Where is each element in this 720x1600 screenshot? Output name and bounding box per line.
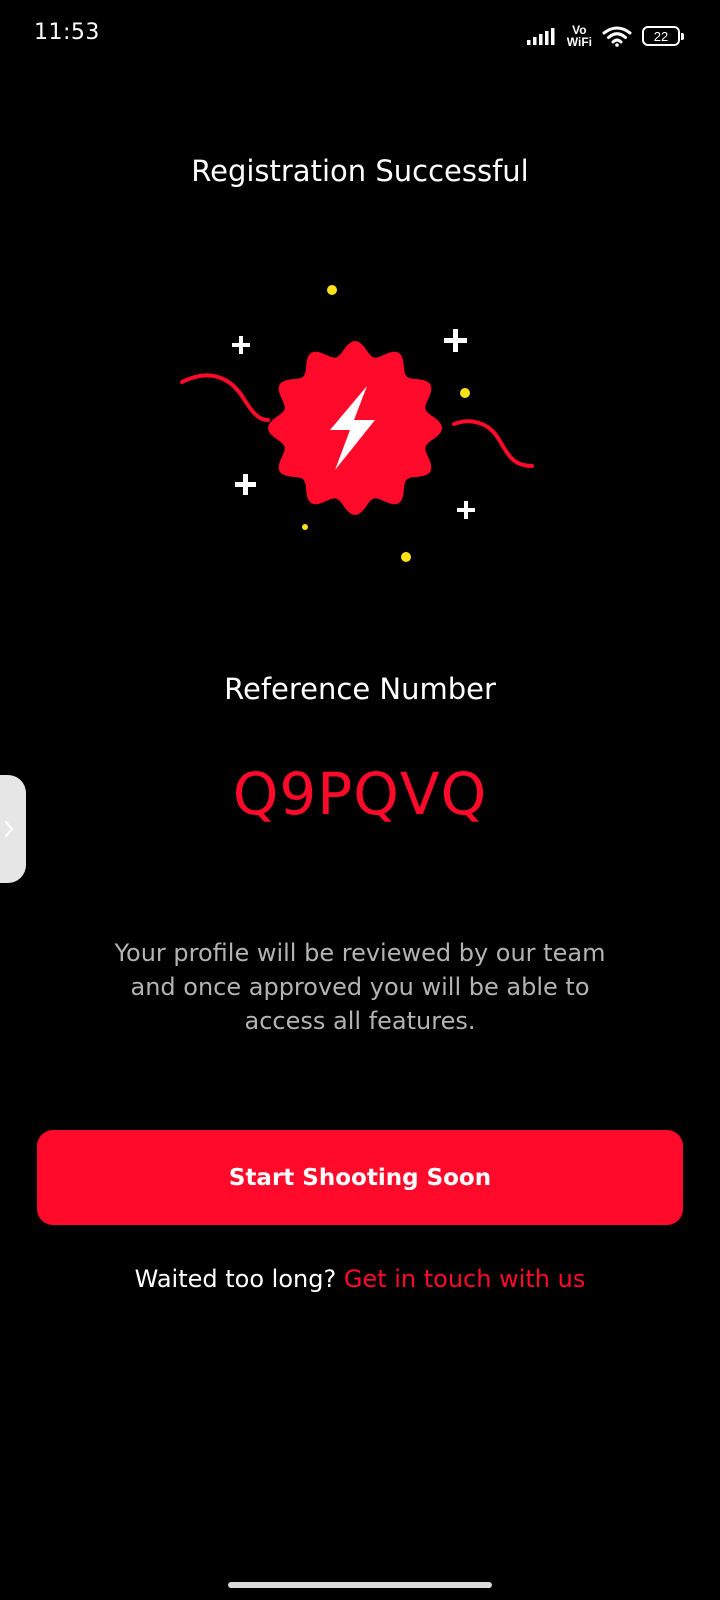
review-description: Your profile will be reviewed by our tea…	[114, 939, 606, 1035]
chevron-right-icon	[5, 821, 13, 837]
wifi-icon	[602, 26, 632, 47]
support-prompt-text: Waited too long?	[134, 1265, 344, 1293]
status-bar: 11:53 Vo WiFi 22	[0, 0, 720, 70]
start-shooting-button[interactable]: Start Shooting Soon	[37, 1130, 683, 1225]
battery-level: 22	[653, 28, 669, 44]
vowifi-indicator: Vo WiFi	[567, 24, 592, 48]
vowifi-label-bottom: WiFi	[566, 35, 592, 49]
status-time: 11:53	[34, 20, 100, 45]
left-squiggle-decoration	[180, 373, 270, 422]
page-title: Registration Successful	[191, 154, 529, 188]
lightning-badge-icon	[180, 285, 534, 562]
support-prompt: Waited too long? Get in touch with us	[0, 1265, 720, 1293]
reference-label: Reference Number	[224, 672, 496, 706]
home-indicator[interactable]	[228, 1582, 492, 1588]
battery-icon: 22	[642, 26, 684, 46]
signal-icon	[526, 28, 555, 45]
contact-link[interactable]: Get in touch with us	[344, 1265, 586, 1293]
reference-number: Q9PQVQ	[232, 760, 488, 828]
right-squiggle-decoration	[452, 419, 534, 468]
side-panel-handle[interactable]	[0, 775, 26, 883]
status-icons: Vo WiFi 22	[526, 18, 684, 54]
